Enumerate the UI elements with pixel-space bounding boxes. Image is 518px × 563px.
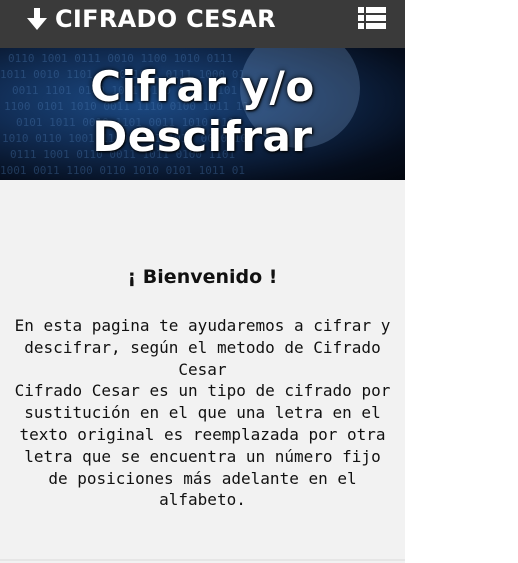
hero-title-line-1: Cifrar y/o — [90, 62, 315, 111]
brand-title: CIFRADO CESAR — [55, 5, 276, 33]
top-navbar: CIFRADO CESAR — [0, 0, 405, 48]
brand-link[interactable]: CIFRADO CESAR — [26, 5, 276, 33]
arrow-down-icon — [27, 8, 47, 30]
hero-title: Cifrar y/o Descifrar — [0, 62, 405, 162]
intro-paragraph: En esta pagina te ayudaremos a cifrar y … — [14, 316, 391, 379]
intro-text: En esta pagina te ayudaremos a cifrar y … — [14, 315, 391, 511]
list-menu-icon — [358, 7, 386, 29]
content-column: CIFRADO CESAR 0110 1001 0111 0010 1100 1… — [0, 0, 405, 563]
menu-toggle-button[interactable] — [358, 7, 386, 29]
description-paragraph: Cifrado Cesar es un tipo de cifrado por … — [14, 381, 391, 510]
hero-banner: 0110 1001 0111 0010 1100 1010 0111 1011 … — [0, 48, 405, 180]
welcome-heading: ¡ Bienvenido ! — [127, 266, 278, 288]
hero-title-line-2: Descifrar — [92, 112, 313, 161]
page: CIFRADO CESAR 0110 1001 0111 0010 1100 1… — [0, 0, 518, 563]
svg-text:1001 0011 1100 0110 1010 0101: 1001 0011 1100 0110 1010 0101 1011 01 — [0, 164, 245, 177]
footer-divider — [0, 559, 405, 561]
